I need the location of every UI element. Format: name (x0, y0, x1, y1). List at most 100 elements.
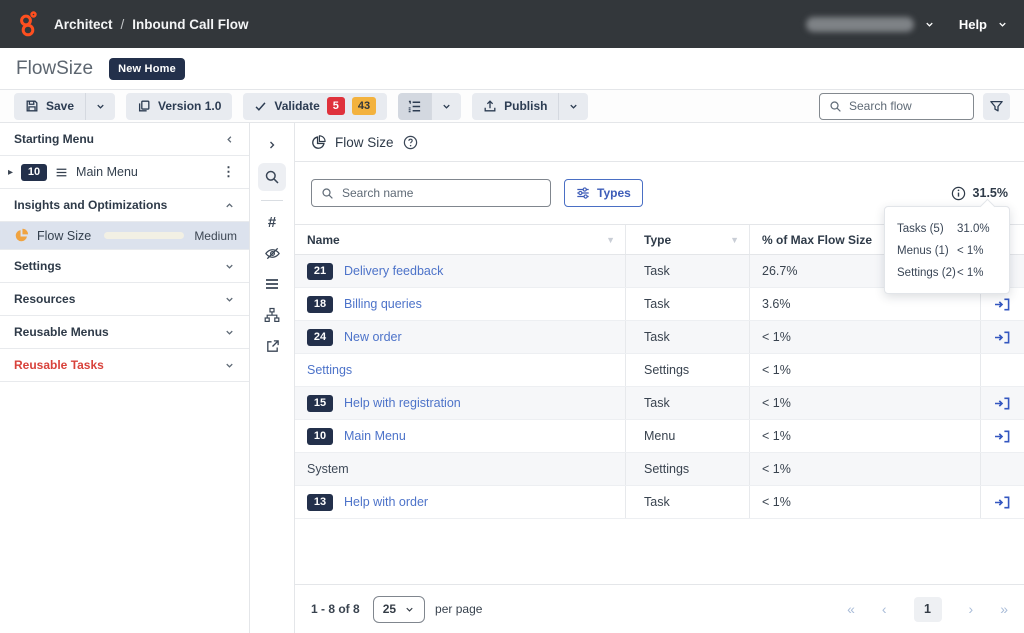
pagination-range: 1 - 8 of 8 (311, 602, 360, 616)
sitemap-icon[interactable] (258, 302, 286, 328)
sidebar-section-reusable-menus[interactable]: Reusable Menus (0, 316, 249, 349)
open-flow-button[interactable] (993, 429, 1012, 444)
menu-type-icon (55, 166, 68, 179)
chevron-down-icon[interactable] (224, 360, 235, 371)
new-home-badge: New Home (109, 58, 185, 80)
node-count-badge: 21 (307, 263, 333, 280)
tool-rail: # (250, 123, 295, 633)
publish-dropdown-button[interactable] (558, 93, 588, 120)
name-cell: Settings (295, 354, 625, 386)
current-page-button[interactable]: 1 (914, 597, 942, 622)
chevron-down-icon[interactable] (224, 261, 235, 272)
pct-cell: < 1% (749, 387, 980, 419)
type-cell: Settings (625, 354, 749, 386)
validate-button[interactable]: Validate 5 43 (243, 93, 387, 120)
table-row: 10Main MenuMenu< 1% (295, 420, 1024, 453)
types-filter-button[interactable]: Types (564, 179, 643, 207)
flow-item-link[interactable]: Billing queries (344, 297, 422, 311)
search-name-placeholder: Search name (342, 186, 413, 200)
sidebar-item-main-menu[interactable]: ▸ 10 Main Menu ⋮ (0, 156, 249, 189)
flow-item-link[interactable]: Main Menu (344, 429, 406, 443)
next-page-button[interactable]: › (969, 601, 974, 617)
action-cell (980, 486, 1024, 518)
open-flow-icon (993, 495, 1012, 510)
flow-item-link[interactable]: Settings (307, 363, 352, 377)
open-flow-icon (993, 297, 1012, 312)
first-page-button[interactable]: « (847, 601, 855, 617)
pager: « ‹ 1 › » (847, 597, 1008, 622)
search-icon[interactable] (258, 163, 286, 191)
type-cell: Task (625, 321, 749, 353)
publish-button[interactable]: Publish (472, 93, 558, 120)
help-menu[interactable]: Help (959, 17, 987, 32)
last-page-button[interactable]: » (1000, 601, 1008, 617)
sort-icon[interactable]: ▼ (606, 235, 615, 245)
hash-icon[interactable]: # (258, 209, 286, 235)
pct-cell: < 1% (749, 453, 980, 485)
external-link-icon[interactable] (258, 333, 286, 359)
filter-button[interactable] (983, 93, 1010, 120)
flow-sidebar: Starting Menu ▸ 10 Main Menu ⋮ Insights … (0, 123, 250, 633)
page-size-select[interactable]: 25 (373, 596, 425, 623)
hide-toolbox-icon[interactable] (258, 240, 286, 266)
table-body: 21Delivery feedbackTask26.7%18Billing qu… (295, 255, 1024, 519)
search-name-input[interactable]: Search name (311, 179, 551, 207)
column-header-name[interactable]: Name ▼ (295, 225, 625, 254)
chevron-down-icon[interactable] (224, 294, 235, 305)
flow-size-label: Flow Size (37, 229, 91, 243)
collapse-panel-icon[interactable] (224, 134, 235, 145)
search-icon (829, 100, 842, 113)
type-cell: Task (625, 255, 749, 287)
table-row: 13Help with orderTask< 1% (295, 486, 1024, 519)
table-footer: 1 - 8 of 8 25 per page « ‹ 1 › » (295, 584, 1024, 633)
tooltip-row-settings: Settings (2) < 1% (897, 262, 997, 284)
flow-item-link[interactable]: Help with order (344, 495, 428, 509)
flow-item-link[interactable]: Delivery feedback (344, 264, 443, 278)
view-options-dropdown-button[interactable] (431, 93, 461, 120)
user-menu-chevron-icon[interactable] (924, 19, 935, 30)
open-flow-button[interactable] (993, 495, 1012, 510)
action-cell (980, 321, 1024, 353)
flow-usage-total[interactable]: 31.5% (951, 186, 1008, 201)
version-button[interactable]: Version 1.0 (126, 93, 232, 120)
open-flow-button[interactable] (993, 330, 1012, 345)
prev-page-button[interactable]: ‹ (882, 601, 887, 617)
sidebar-section-starting-menu[interactable]: Starting Menu (0, 123, 249, 156)
user-menu-name[interactable] (806, 17, 914, 32)
type-cell: Menu (625, 420, 749, 452)
sidebar-section-settings[interactable]: Settings (0, 250, 249, 283)
help-chevron-icon[interactable] (997, 19, 1008, 30)
sidebar-section-resources[interactable]: Resources (0, 283, 249, 316)
sidebar-section-insights[interactable]: Insights and Optimizations (0, 189, 249, 222)
title-bar: FlowSize New Home (0, 48, 1024, 90)
kebab-menu-icon[interactable]: ⋮ (222, 164, 235, 180)
help-circle-icon[interactable] (403, 135, 418, 150)
search-flow-input[interactable]: Search flow (819, 93, 974, 120)
funnel-icon (989, 99, 1004, 114)
save-button-group: Save (14, 93, 115, 120)
open-flow-button[interactable] (993, 297, 1012, 312)
node-count-badge: 18 (307, 296, 333, 313)
flow-item-link[interactable]: Help with registration (344, 396, 461, 410)
ordered-list-view-button[interactable] (398, 93, 431, 120)
chevron-down-icon[interactable] (224, 327, 235, 338)
column-header-type[interactable]: Type ▼ (625, 225, 749, 254)
sort-icon[interactable]: ▼ (730, 235, 739, 245)
genesys-logo-icon (16, 11, 40, 37)
save-button[interactable]: Save (14, 93, 85, 120)
expand-caret-icon[interactable]: ▸ (8, 167, 13, 178)
breadcrumb-flow-name: Inbound Call Flow (132, 17, 248, 32)
expand-panel-icon[interactable] (258, 132, 286, 158)
sidebar-item-flow-size[interactable]: Flow Size Medium (0, 222, 249, 250)
breadcrumb-app[interactable]: Architect (54, 17, 113, 32)
chevron-down-icon (441, 101, 452, 112)
publish-button-group: Publish (472, 93, 588, 120)
menu-lines-icon[interactable] (258, 271, 286, 297)
sidebar-section-reusable-tasks[interactable]: Reusable Tasks (0, 349, 249, 382)
flow-item-link[interactable]: New order (344, 330, 402, 344)
save-dropdown-button[interactable] (85, 93, 115, 120)
chevron-up-icon[interactable] (224, 200, 235, 211)
top-bar: Architect / Inbound Call Flow Help (0, 0, 1024, 48)
open-flow-button[interactable] (993, 396, 1012, 411)
chevron-down-icon (95, 101, 106, 112)
